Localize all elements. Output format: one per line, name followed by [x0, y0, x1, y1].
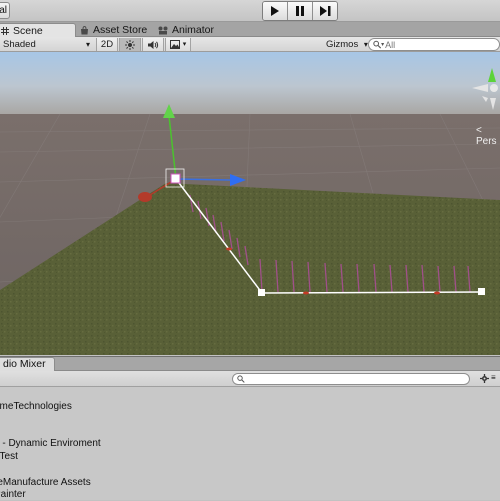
spline-node[interactable] — [258, 289, 265, 296]
scene-search-input[interactable] — [385, 39, 499, 50]
scene-toolbar: Shaded ▾ 2D ▾ Gizmos ▾ ▾ — [0, 37, 500, 52]
search-icon — [373, 40, 382, 49]
mixer-list: omeTechnologies r o - Dynamic Enviroment… — [0, 387, 500, 500]
scene-render[interactable] — [0, 52, 500, 355]
toggle-2d-label: 2D — [100, 39, 114, 50]
list-item[interactable]: Painter — [0, 488, 26, 501]
sky — [0, 52, 500, 114]
audio-mixer-toolbar: ≡ — [0, 371, 500, 387]
playback-controls — [262, 1, 338, 21]
tab-scene-label: Scene — [13, 24, 43, 37]
editor-tab-strip: Scene Asset Store Animator — [0, 22, 500, 37]
list-item-label: o - Dynamic Enviroment — [0, 438, 101, 449]
list-item[interactable]: eTest — [0, 450, 18, 463]
menu-more-icon[interactable]: ≡ — [491, 373, 496, 382]
global-toggle-button[interactable]: al — [0, 2, 10, 19]
tab-animator[interactable]: Animator — [158, 23, 214, 37]
list-item-label: eTest — [0, 451, 18, 462]
tab-asset-store-label: Asset Store — [93, 24, 148, 36]
step-button[interactable] — [313, 2, 337, 20]
main-toolbar: al — [0, 0, 500, 22]
effects-dropdown-button[interactable]: ▾ — [165, 38, 191, 51]
scene-grid-icon — [1, 26, 9, 35]
list-item-label: Painter — [0, 489, 26, 500]
animator-icon — [158, 26, 168, 34]
tab-scene[interactable]: Scene — [0, 23, 76, 37]
audio-toggle-button[interactable] — [142, 38, 164, 51]
settings-icon[interactable] — [480, 374, 489, 383]
gizmos-dropdown[interactable]: Gizmos ▾ — [326, 38, 368, 51]
scene-viewport[interactable]: < Pers — [0, 52, 500, 355]
list-item[interactable]: omeTechnologies — [0, 400, 72, 413]
orientation-center-icon[interactable] — [490, 84, 498, 92]
pause-button[interactable] — [288, 2, 313, 20]
toggle-2d-button[interactable]: 2D — [96, 38, 118, 51]
tab-asset-store[interactable]: Asset Store — [80, 23, 147, 37]
list-item[interactable]: o - Dynamic Enviroment — [0, 437, 101, 450]
audio-mixer-tab-strip: dio Mixer — [0, 356, 500, 371]
lighting-toggle-button[interactable] — [119, 38, 141, 51]
search-icon — [237, 375, 245, 383]
play-icon — [271, 6, 279, 16]
mixer-search-input[interactable] — [244, 374, 469, 384]
search-filter-arrow-icon: ▾ — [381, 42, 385, 48]
tab-animator-label: Animator — [172, 24, 215, 36]
image-effects-icon — [169, 40, 180, 49]
gizmos-label: Gizmos — [326, 39, 359, 50]
spline-node[interactable] — [478, 288, 485, 295]
selected-object[interactable] — [170, 173, 181, 184]
shading-mode-label: Shaded — [3, 39, 36, 50]
store-icon — [81, 25, 88, 34]
sun-icon — [125, 39, 135, 50]
perspective-label[interactable]: < Pers — [476, 125, 500, 147]
scene-search-field[interactable]: ▾ — [368, 38, 500, 51]
mixer-search-field[interactable] — [232, 373, 470, 385]
list-item-label: omeTechnologies — [0, 401, 72, 412]
shading-dropdown-arrow-icon: ▾ — [86, 40, 91, 49]
step-icon — [319, 6, 330, 16]
play-button[interactable] — [263, 2, 288, 20]
shading-mode-dropdown[interactable]: Shaded — [3, 38, 93, 51]
tab-audio-mixer[interactable]: dio Mixer — [0, 357, 55, 371]
list-item-label: reManufacture Assets — [0, 477, 91, 488]
effects-dropdown-arrow-icon: ▾ — [182, 41, 187, 48]
z-axis-arrow-icon[interactable] — [138, 192, 152, 202]
speaker-icon — [147, 40, 158, 49]
pause-icon — [296, 6, 304, 16]
